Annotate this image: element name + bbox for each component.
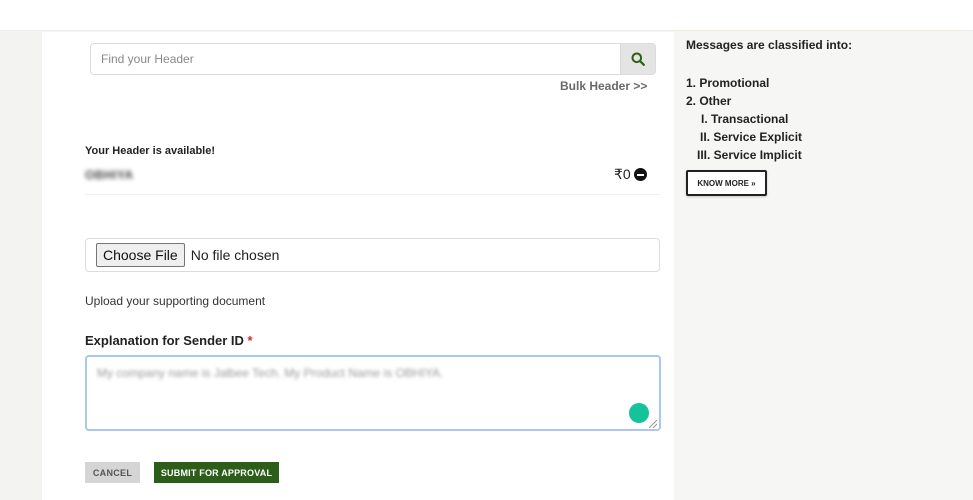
cancel-button[interactable]: CANCEL bbox=[85, 462, 140, 483]
header-price: ₹0 bbox=[614, 166, 647, 183]
explanation-label: Explanation for Sender ID * bbox=[85, 333, 253, 348]
search-icon bbox=[631, 52, 645, 66]
availability-message: Your Header is available! bbox=[85, 145, 216, 157]
resize-handle[interactable] bbox=[649, 420, 657, 428]
info-title: Messages are classified into: bbox=[686, 38, 853, 52]
message-info-panel: Messages are classified into: 1. Promoti… bbox=[674, 32, 973, 500]
top-bar bbox=[0, 0, 973, 31]
section-divider bbox=[85, 194, 660, 195]
available-header-name: OBHIYA bbox=[85, 168, 134, 182]
minus-circle-icon[interactable] bbox=[633, 168, 647, 181]
explanation-label-text: Explanation for Sender ID bbox=[85, 333, 244, 348]
explanation-textarea[interactable] bbox=[85, 355, 661, 431]
search-button[interactable] bbox=[620, 44, 655, 74]
header-search-box bbox=[90, 43, 656, 75]
header-request-form: Bulk Header >> Your Header is available!… bbox=[42, 32, 674, 500]
upload-help-text: Upload your supporting document bbox=[85, 294, 266, 308]
bulk-header-link[interactable]: Bulk Header >> bbox=[560, 79, 647, 93]
classification-list: 1. Promotional 2. Other I. Transactional… bbox=[686, 74, 802, 164]
list-item-promotional: 1. Promotional bbox=[686, 76, 770, 90]
sub-item-service-explicit: II. Service Explicit bbox=[700, 130, 803, 144]
other-sub-list: I. Transactional II. Service Explicit II… bbox=[686, 110, 802, 164]
sub-item-transactional: I. Transactional bbox=[701, 112, 789, 126]
price-value: ₹0 bbox=[614, 166, 631, 182]
required-asterisk: * bbox=[247, 333, 253, 348]
left-margin bbox=[0, 32, 42, 500]
file-upload-field: Choose File No file chosen bbox=[85, 238, 660, 272]
choose-file-button[interactable]: Choose File bbox=[96, 243, 185, 267]
file-status: No file chosen bbox=[190, 247, 280, 263]
submit-for-approval-button[interactable]: SUBMIT FOR APPROVAL bbox=[154, 462, 279, 483]
list-item-other-label: 2. Other bbox=[686, 94, 732, 108]
header-search-input[interactable] bbox=[91, 44, 620, 74]
list-item-other: 2. Other I. Transactional II. Service Ex… bbox=[686, 92, 802, 164]
grammarly-icon[interactable] bbox=[629, 403, 649, 423]
sub-item-service-implicit: III. Service Implicit bbox=[697, 148, 802, 162]
know-more-button[interactable]: KNOW MORE » bbox=[686, 170, 767, 196]
